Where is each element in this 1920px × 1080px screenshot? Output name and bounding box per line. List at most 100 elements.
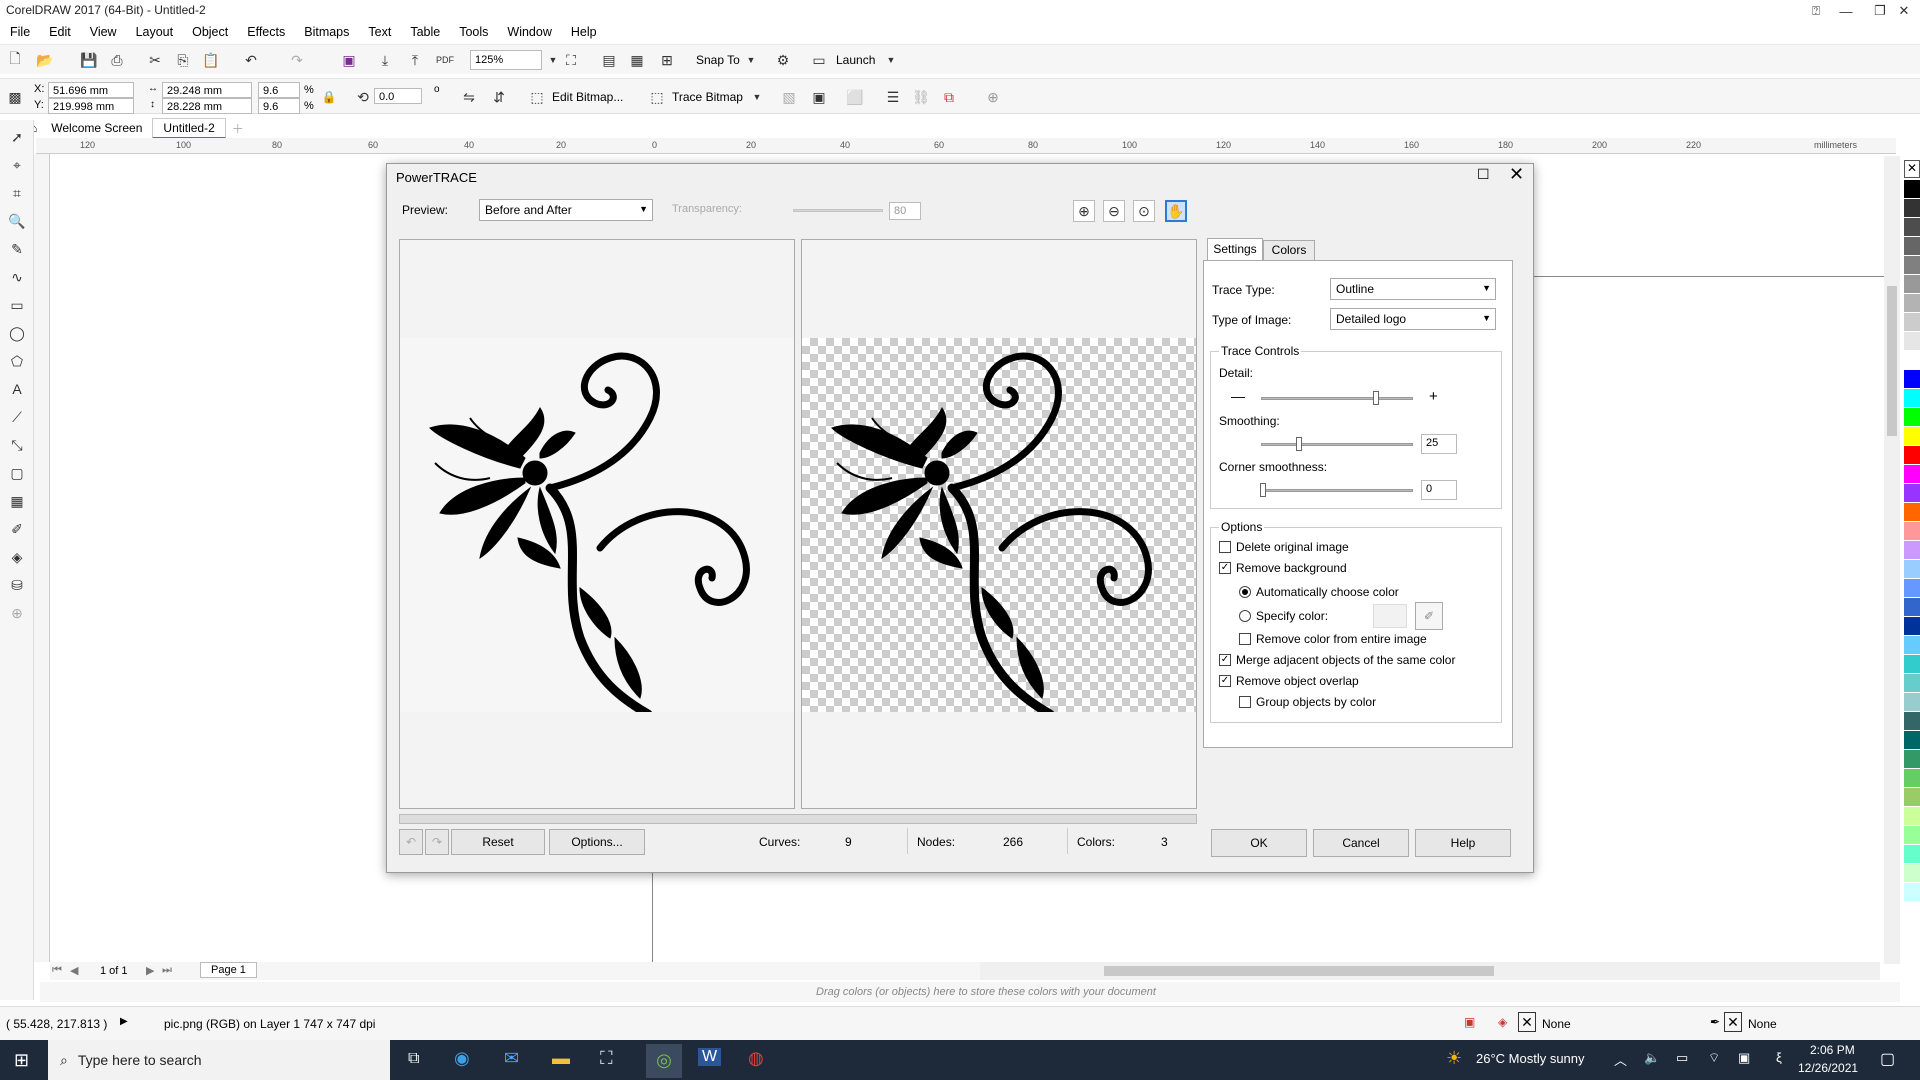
palette-swatch[interactable] [1904, 465, 1920, 484]
width-field[interactable]: 29.248 mm [162, 82, 252, 98]
palette-swatch[interactable] [1904, 636, 1920, 655]
palette-swatch[interactable] [1904, 845, 1920, 864]
y-position-field[interactable]: 219.998 mm [48, 98, 134, 114]
interactive-fill-icon[interactable]: ◈ [6, 546, 28, 568]
remove-overlap-option[interactable]: ✓ Remove object overlap [1219, 674, 1359, 688]
word-icon[interactable]: W [698, 1048, 722, 1066]
file-explorer-icon[interactable]: ▬ [552, 1048, 570, 1069]
add-toolbar-icon[interactable]: ⊕ [982, 86, 1004, 108]
menu-help[interactable]: Help [571, 25, 597, 39]
no-color-swatch[interactable]: ✕ [1904, 160, 1920, 178]
menu-layout[interactable]: Layout [136, 25, 174, 39]
palette-swatch[interactable] [1904, 712, 1920, 731]
menu-edit[interactable]: Edit [49, 25, 71, 39]
remove-background-option[interactable]: ✓ Remove background [1219, 561, 1347, 575]
smoothing-field[interactable]: 25 [1421, 434, 1457, 454]
connector-tool-icon[interactable]: ⤡ [6, 434, 28, 456]
notification-tray-icon[interactable]: ▣ [1738, 1050, 1750, 1066]
mirror-horizontal-icon[interactable]: ⇋ [458, 86, 480, 108]
cut-icon[interactable]: ✂ [144, 49, 166, 71]
store-icon[interactable]: ⛶ [600, 1048, 613, 1069]
trace-bitmap-dropdown-icon[interactable]: ▼ [746, 86, 768, 108]
show-grid-icon[interactable]: ▦ [626, 49, 648, 71]
pan-hand-icon[interactable]: ✋ [1165, 200, 1187, 222]
corner-smoothness-slider[interactable] [1260, 483, 1413, 497]
palette-swatch[interactable] [1904, 484, 1920, 503]
coreldraw-icon[interactable]: ◎ [646, 1044, 682, 1078]
auto-color-radio[interactable] [1239, 586, 1251, 598]
remove-overlap-checkbox[interactable]: ✓ [1219, 675, 1231, 687]
after-preview[interactable] [801, 239, 1197, 809]
plus-icon[interactable]: + [1429, 388, 1438, 405]
action-center-icon[interactable]: ▢ [1880, 1049, 1895, 1069]
resample-icon[interactable]: ⬜ [844, 86, 866, 108]
palette-swatch[interactable] [1904, 275, 1920, 294]
palette-swatch[interactable] [1904, 769, 1920, 788]
edge-icon[interactable]: ◉ [454, 1048, 470, 1069]
quick-customize-icon[interactable]: ⊕ [6, 602, 28, 624]
color-proof-icon[interactable]: ▣ [1464, 1015, 1475, 1029]
delete-original-option[interactable]: Delete original image [1219, 540, 1349, 554]
palette-swatch[interactable] [1904, 370, 1920, 389]
import-icon[interactable]: ⤓ [374, 49, 396, 71]
palette-swatch[interactable] [1904, 294, 1920, 313]
group-by-color-option[interactable]: Group objects by color [1239, 695, 1376, 709]
smoothing-slider-thumb[interactable] [1296, 437, 1302, 451]
launch-dropdown-icon[interactable]: ▼ [880, 49, 902, 71]
freehand-tool-icon[interactable]: ✎ [6, 238, 28, 260]
show-rulers-icon[interactable]: ▤ [598, 49, 620, 71]
maximize-icon[interactable]: ☐ [1477, 166, 1490, 183]
redo-icon[interactable]: ↷ [425, 829, 449, 855]
scale-height-field[interactable]: 9.6 [258, 98, 300, 114]
taskbar-search[interactable]: ⌕ Type here to search [48, 1040, 390, 1080]
battery-icon[interactable]: ▭ [1676, 1050, 1688, 1066]
ok-button[interactable]: OK [1211, 829, 1307, 857]
show-guidelines-icon[interactable]: ⊞ [656, 49, 678, 71]
vertical-scrollbar[interactable] [1884, 156, 1900, 964]
horizontal-scrollbar[interactable] [980, 962, 1880, 980]
zoom-tool-icon[interactable]: 🔍 [6, 210, 28, 232]
undo-icon[interactable]: ↶ [240, 49, 262, 71]
smoothing-slider[interactable] [1261, 437, 1413, 451]
preview-dropdown[interactable]: Before and After ▼ [479, 199, 653, 221]
close-button[interactable]: ✕ [1884, 0, 1920, 22]
palette-swatch[interactable] [1904, 389, 1920, 408]
palette-swatch[interactable] [1904, 408, 1920, 427]
play-icon[interactable]: ▶ [120, 1016, 128, 1027]
search-content-icon[interactable]: ▣ [338, 49, 360, 71]
wifi-icon[interactable]: ⌔ [1708, 1050, 1720, 1066]
preview-scrollbar[interactable] [399, 814, 1197, 824]
menu-file[interactable]: File [10, 25, 30, 39]
palette-swatch[interactable] [1904, 750, 1920, 769]
launch-icon[interactable]: ▭ [808, 49, 830, 71]
palette-swatch[interactable] [1904, 522, 1920, 541]
before-preview[interactable] [399, 239, 795, 809]
mirror-vertical-icon[interactable]: ⇵ [488, 86, 510, 108]
palette-swatch[interactable] [1904, 218, 1920, 237]
rotation-field[interactable]: 0.0 [374, 88, 422, 104]
copy-icon[interactable]: ⎘ [172, 49, 194, 71]
volume-icon[interactable]: 🔈 [1644, 1050, 1660, 1066]
mail-icon[interactable]: ✉ [504, 1048, 519, 1069]
first-page-icon[interactable]: ⏮ [52, 964, 62, 977]
palette-swatch[interactable] [1904, 332, 1920, 351]
options-button[interactable]: Options... [549, 829, 645, 855]
tab-settings[interactable]: Settings [1207, 238, 1263, 260]
menu-bitmaps[interactable]: Bitmaps [304, 25, 349, 39]
text-tool-icon[interactable]: A [6, 378, 28, 400]
tab-colors[interactable]: Colors [1263, 240, 1315, 260]
palette-swatch[interactable] [1904, 560, 1920, 579]
close-icon[interactable]: ✕ [1509, 164, 1524, 185]
next-page-icon[interactable]: ▶ [146, 964, 154, 977]
smart-fill-icon[interactable]: ⛁ [6, 574, 28, 596]
menu-view[interactable]: View [90, 25, 117, 39]
remove-background-checkbox[interactable]: ✓ [1219, 562, 1231, 574]
scale-width-field[interactable]: 9.6 [258, 82, 300, 98]
shape-tool-icon[interactable]: ⌖ [6, 154, 28, 176]
edit-bitmap-icon[interactable]: ⬚ [526, 86, 548, 108]
save-icon[interactable]: 💾 [78, 49, 100, 71]
palette-swatch[interactable] [1904, 864, 1920, 883]
palette-swatch[interactable] [1904, 351, 1920, 370]
last-page-icon[interactable]: ⏭ [162, 964, 172, 977]
palette-swatch[interactable] [1904, 427, 1920, 446]
